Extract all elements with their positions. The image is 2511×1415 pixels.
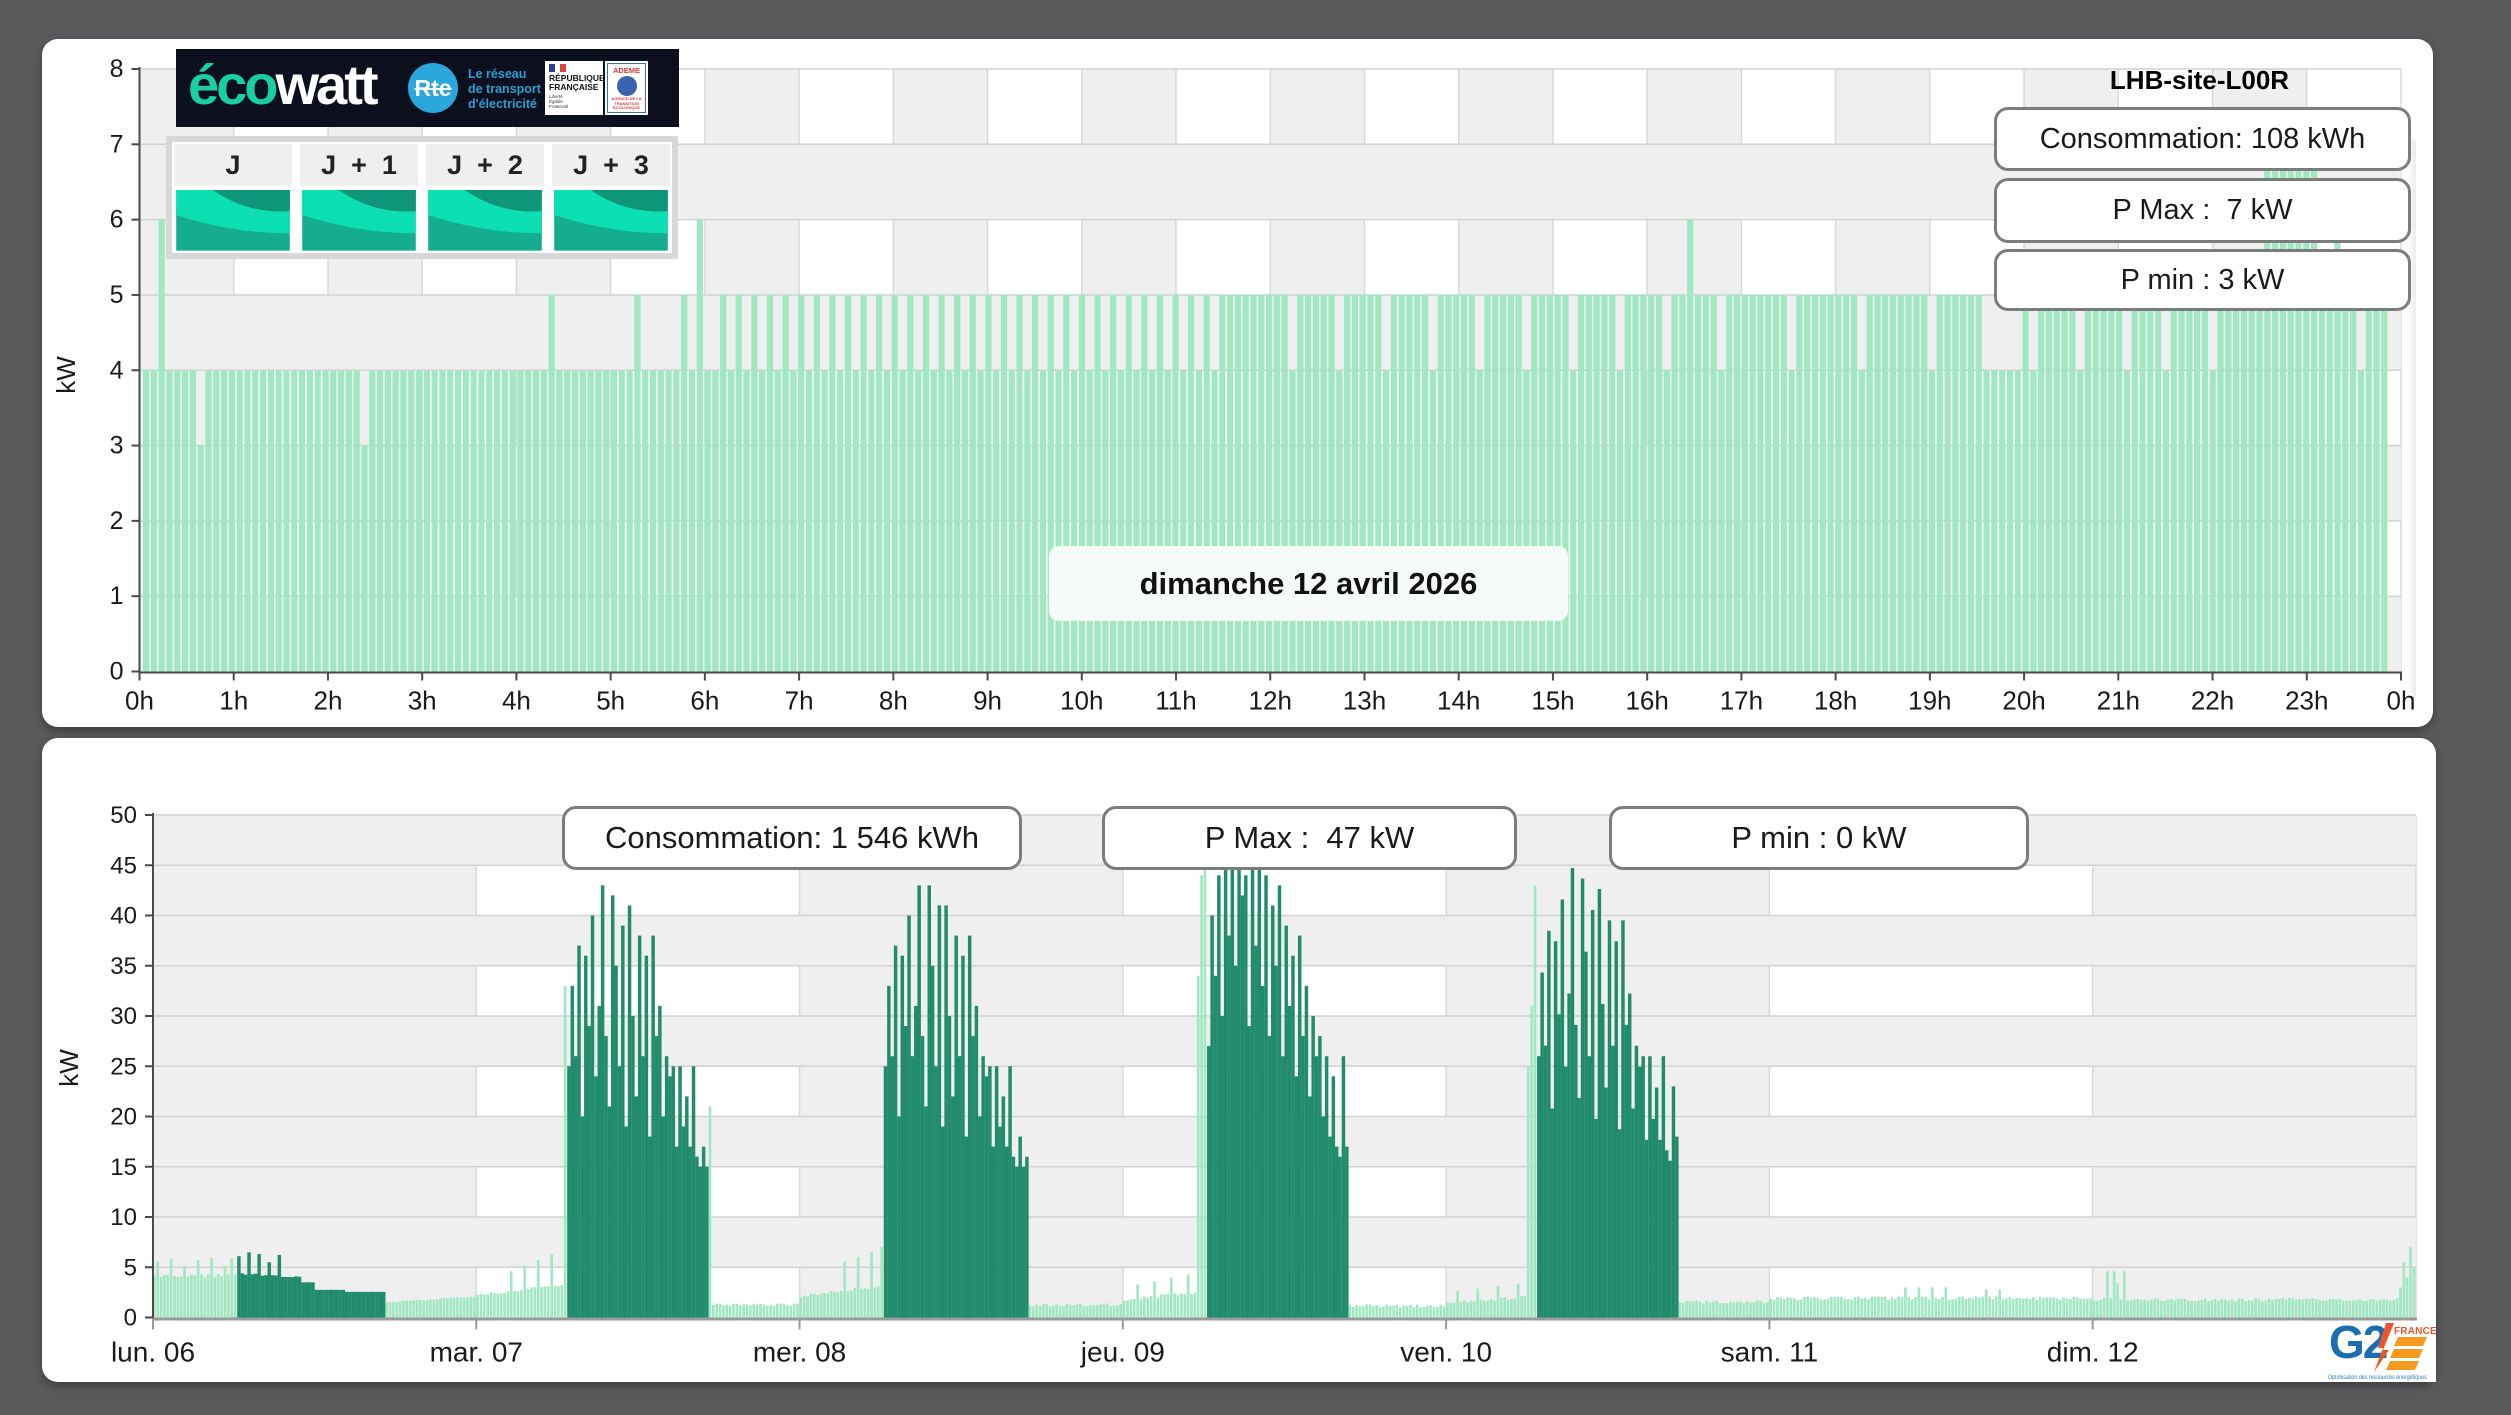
svg-text:13h: 13h — [1343, 686, 1386, 716]
svg-text:6: 6 — [110, 206, 124, 234]
svg-text:FRANCE: FRANCE — [2394, 1326, 2436, 1337]
svg-text:kW: kW — [54, 1049, 84, 1087]
svg-text:dim. 12: dim. 12 — [2047, 1337, 2139, 1368]
svg-text:5: 5 — [110, 281, 124, 309]
svg-text:0h: 0h — [2387, 686, 2416, 716]
svg-text:5: 5 — [124, 1254, 137, 1281]
svg-text:6h: 6h — [690, 686, 719, 716]
svg-text:30: 30 — [110, 1003, 137, 1030]
svg-text:kW: kW — [51, 356, 81, 394]
svg-text:2h: 2h — [313, 686, 342, 716]
svg-text:Optimisation des ressources én: Optimisation des ressources énergétiques — [2328, 1373, 2427, 1381]
svg-text:1: 1 — [110, 582, 124, 610]
svg-text:25: 25 — [110, 1053, 137, 1080]
svg-text:mer. 08: mer. 08 — [753, 1337, 846, 1368]
svg-text:45: 45 — [110, 852, 137, 879]
svg-text:8: 8 — [110, 55, 124, 83]
svg-text:11h: 11h — [1155, 686, 1196, 716]
svg-text:7: 7 — [110, 130, 124, 158]
svg-text:0: 0 — [110, 658, 124, 686]
svg-text:7h: 7h — [785, 686, 814, 716]
svg-text:22h: 22h — [2191, 686, 2234, 716]
svg-text:4h: 4h — [502, 686, 531, 716]
svg-text:20: 20 — [110, 1104, 137, 1131]
svg-text:3h: 3h — [408, 686, 437, 716]
svg-text:2: 2 — [110, 507, 124, 535]
svg-text:50: 50 — [110, 802, 137, 829]
svg-text:14h: 14h — [1437, 686, 1480, 716]
svg-text:12h: 12h — [1249, 686, 1292, 716]
svg-text:0h: 0h — [125, 686, 154, 716]
svg-text:17h: 17h — [1720, 686, 1763, 716]
svg-text:40: 40 — [110, 903, 137, 930]
svg-text:sam. 11: sam. 11 — [1721, 1337, 1819, 1368]
svg-text:23h: 23h — [2285, 686, 2328, 716]
svg-text:16h: 16h — [1625, 686, 1668, 716]
svg-text:8h: 8h — [879, 686, 908, 716]
svg-text:jeu. 09: jeu. 09 — [1080, 1337, 1165, 1368]
svg-text:19h: 19h — [1908, 686, 1951, 716]
svg-text:15: 15 — [110, 1154, 137, 1181]
svg-text:4: 4 — [110, 356, 124, 384]
svg-text:21h: 21h — [2097, 686, 2140, 716]
svg-text:15h: 15h — [1531, 686, 1574, 716]
svg-text:3: 3 — [110, 432, 124, 460]
svg-text:lun. 06: lun. 06 — [111, 1337, 195, 1368]
svg-text:10: 10 — [110, 1204, 137, 1231]
svg-text:20h: 20h — [2002, 686, 2045, 716]
svg-text:18h: 18h — [1814, 686, 1857, 716]
svg-text:0: 0 — [124, 1305, 137, 1332]
svg-text:35: 35 — [110, 953, 137, 980]
svg-text:10h: 10h — [1060, 686, 1103, 716]
svg-text:ven. 10: ven. 10 — [1400, 1337, 1492, 1368]
svg-text:5h: 5h — [596, 686, 625, 716]
svg-text:1h: 1h — [219, 686, 248, 716]
svg-text:mar. 07: mar. 07 — [430, 1337, 523, 1368]
svg-text:9h: 9h — [973, 686, 1002, 716]
